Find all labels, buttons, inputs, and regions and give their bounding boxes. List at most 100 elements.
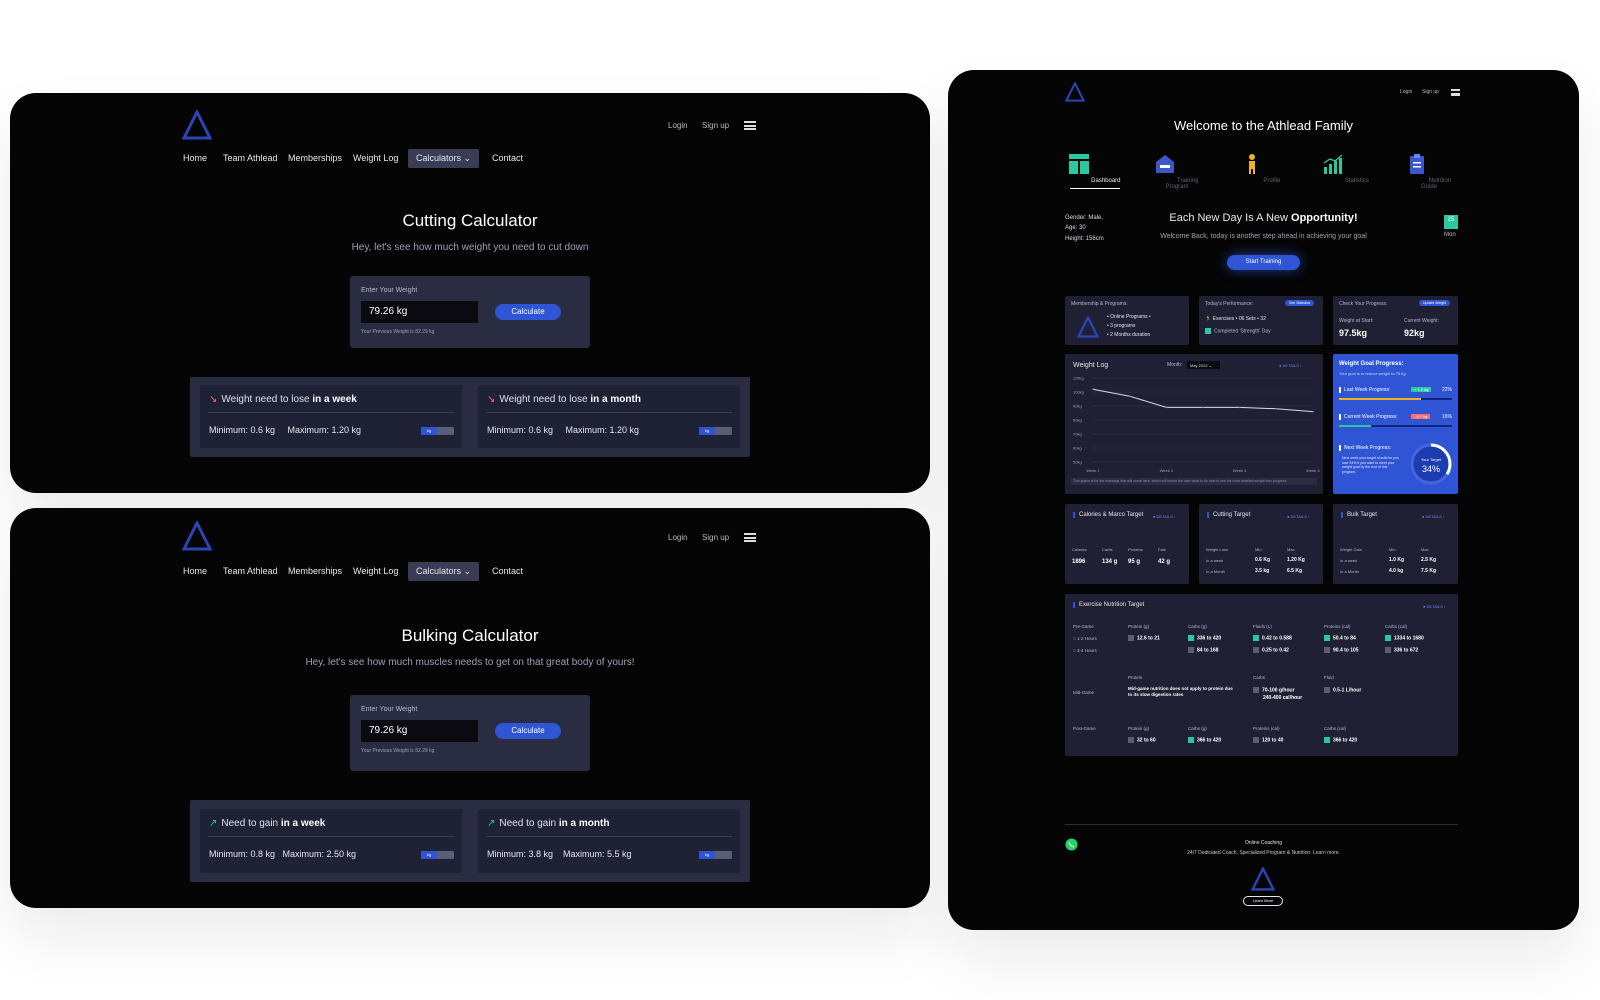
month-select-value: May 2022 <box>1190 363 1208 368</box>
nav-contact[interactable]: Contact <box>492 566 523 576</box>
main-nav: Home Team Athlead Memberships Weight Log… <box>10 149 930 173</box>
mid-header-protein: Protein <box>1128 675 1143 680</box>
month-title-prefix: Need to gain <box>499 818 559 829</box>
tab-nutrition-guide[interactable]: Nutrition Guide <box>1399 154 1459 190</box>
menu-icon[interactable] <box>744 533 756 542</box>
ct-row1-min: 0.6 Kg <box>1255 557 1271 563</box>
membership-line-1: • Online Programs • <box>1107 314 1151 320</box>
footer-title: Online Coaching <box>1245 840 1282 846</box>
post-proteins-cal-value: 120 to 40 <box>1262 737 1284 744</box>
tab-dashboard[interactable]: Dashboard <box>1065 154 1125 189</box>
login-link[interactable]: Login <box>1400 89 1412 95</box>
month-select[interactable]: May 2022 ⌄ <box>1187 361 1220 369</box>
week-result-values: Minimum: 0.8 kg Maximum: 2.50 kg <box>209 849 357 859</box>
weight-start-value: 97.5kg <box>1339 328 1368 338</box>
details-label: DETAILS <box>1425 514 1442 519</box>
unit-toggle[interactable]: kg <box>421 851 454 859</box>
radio-icon: ○ <box>1073 636 1076 641</box>
details-link[interactable]: ● DETAILS › <box>1287 514 1309 519</box>
post-game-label: Post-Game <box>1073 726 1096 731</box>
nav-team-athlead[interactable]: Team Athlead <box>223 566 278 576</box>
nav-calculators[interactable]: Calculators ⌄ <box>408 562 480 581</box>
athlead-logo-icon[interactable] <box>182 521 212 551</box>
tab-statistics[interactable]: Statistics <box>1316 154 1376 184</box>
check-icon <box>1253 647 1259 653</box>
results-container: ↗ Need to gain in a week Minimum: 0.8 kg … <box>190 800 750 882</box>
pre-option-2[interactable]: ○ 3-4 Hours <box>1073 648 1097 653</box>
check-icon <box>1128 635 1134 641</box>
dashboard-panel: Login Sign up Welcome to the Athlead Fam… <box>948 70 1579 930</box>
post-proteins-cal: 120 to 40 <box>1253 737 1283 743</box>
week-title-prefix: Need to gain <box>221 818 281 829</box>
start-training-button[interactable]: Start Training <box>1227 255 1300 270</box>
update-weight-badge[interactable]: Update Weight <box>1419 300 1451 306</box>
menu-icon[interactable] <box>1451 89 1460 96</box>
week-result-title: ↗ Need to gain in a week <box>209 818 325 829</box>
athlead-logo-icon[interactable] <box>1065 82 1085 102</box>
details-label: DETAILS <box>1290 514 1307 519</box>
chart-x-tick: Week 3 <box>1233 468 1247 473</box>
mid-protein-text: Mid-game nutrition does not apply to pro… <box>1128 686 1233 697</box>
nav-home[interactable]: Home <box>183 566 207 576</box>
see-statistics-badge[interactable]: See Statistics <box>1285 300 1315 306</box>
month-result-title: ↘ Weight need to lose in a month <box>487 394 641 405</box>
calculate-button[interactable]: Calculate <box>495 723 561 739</box>
weight-log-chart: 110kg 100kg 90kg 80kg 70kg 60kg 50kg Week 1 Week… <box>1073 376 1321 474</box>
week-result-values: Minimum: 0.6 kg Maximum: 1.20 kg <box>209 425 362 435</box>
statistics-icon <box>1323 154 1343 174</box>
performance-completed: Completed 'Strength' Day <box>1205 328 1271 334</box>
calculate-button[interactable]: Calculate <box>495 304 561 320</box>
gym-icon <box>1156 155 1175 173</box>
active-tab-indicator <box>1070 188 1120 189</box>
goal-subtitle: Your goal is to reduce weight to 75 kg <box>1339 371 1406 376</box>
unit-toggle-kg: kg <box>421 851 437 859</box>
details-link[interactable]: ● DETAILS › <box>1153 514 1175 519</box>
athlead-logo-icon[interactable] <box>182 110 212 140</box>
bt-row1-label: In a week <box>1340 558 1358 563</box>
weight-input[interactable]: 79.26 kg <box>361 301 478 323</box>
pre-option-1[interactable]: ○ 1-2 Hours <box>1073 636 1097 641</box>
performance-card: Today's Performance: See Statistics 🏃 Ex… <box>1199 296 1323 345</box>
unit-toggle[interactable]: kg <box>699 851 732 859</box>
login-link[interactable]: Login <box>668 533 688 542</box>
month-title-bold: in a month <box>590 394 641 405</box>
unit-toggle[interactable]: kg <box>699 427 732 435</box>
last-week-bar-fill <box>1339 398 1422 400</box>
cal-value-fats: 42 g <box>1158 559 1171 565</box>
welcome-title: Welcome to the Athlead Family <box>1174 118 1353 133</box>
details-link[interactable]: ● DETAILS › <box>1422 514 1444 519</box>
nav-contact[interactable]: Contact <box>492 153 523 163</box>
ct-header-max: Max. <box>1287 547 1296 552</box>
weight-log-card: Weight Log Month: May 2022 ⌄ ● DETAILS ›… <box>1065 354 1323 494</box>
headline: Each New Day Is A New Opportunity! <box>948 212 1579 224</box>
check-icon <box>1205 328 1211 334</box>
next-week-text: Next week your target should be you lose… <box>1342 456 1399 474</box>
nav-weight-log[interactable]: Weight Log <box>353 153 398 163</box>
details-link[interactable]: ● DETAILS › <box>1423 604 1445 609</box>
weight-input[interactable]: 79.26 kg <box>361 720 478 742</box>
week-title-bold: in a week <box>312 394 357 405</box>
nav-memberships[interactable]: Memberships <box>288 153 342 163</box>
signup-link[interactable]: Sign up <box>702 121 729 130</box>
ct-row1-label: In a week <box>1206 558 1224 563</box>
nav-memberships[interactable]: Memberships <box>288 566 342 576</box>
unit-toggle[interactable]: kg <box>421 427 454 435</box>
menu-icon[interactable] <box>744 121 756 130</box>
signup-link[interactable]: Sign up <box>1422 89 1439 95</box>
tab-profile[interactable]: Profile <box>1231 154 1291 184</box>
nav-home[interactable]: Home <box>183 153 207 163</box>
pre-option-2-label: 3-4 Hours <box>1076 648 1097 653</box>
nav-weight-log[interactable]: Weight Log <box>353 566 398 576</box>
nav-calculators[interactable]: Calculators ⌄ <box>408 149 480 168</box>
signup-link[interactable]: Sign up <box>702 533 729 542</box>
nav-team-athlead[interactable]: Team Athlead <box>223 153 278 163</box>
exercise-title: Exercise Nutrition Target <box>1073 602 1144 608</box>
learn-more-button[interactable]: Learn More <box>1243 896 1283 906</box>
details-link[interactable]: ● DETAILS › <box>1279 363 1301 368</box>
tab-profile-label: Profile <box>1263 178 1281 184</box>
weight-input-card: Enter Your Weight 79.26 kg Calculate You… <box>350 276 590 348</box>
cal-header-proteins: Proteins <box>1128 547 1143 552</box>
login-link[interactable]: Login <box>668 121 688 130</box>
tab-training-program[interactable]: Training Program <box>1147 154 1207 190</box>
performance-line-1: Exercises • 06 Sets • 32 <box>1212 316 1266 322</box>
